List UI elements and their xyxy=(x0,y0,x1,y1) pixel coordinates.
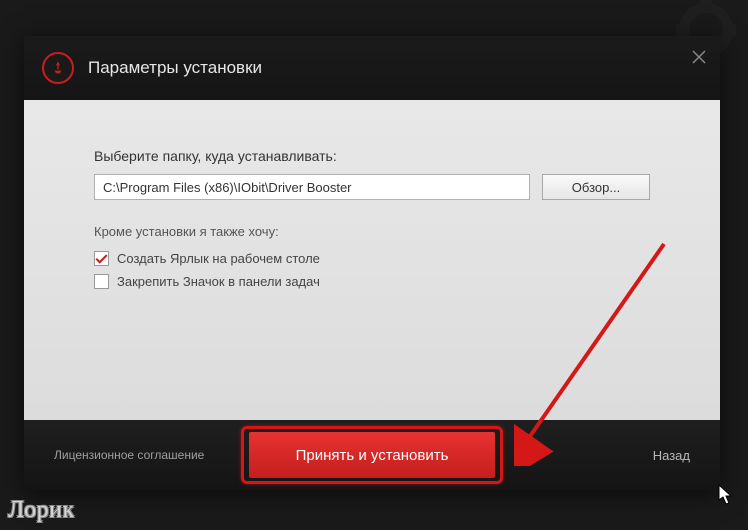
watermark-text: Лорик xyxy=(8,497,75,524)
browse-button[interactable]: Обзор... xyxy=(542,174,650,200)
option-pin-taskbar: Закрепить Значок в панели задач xyxy=(94,274,650,289)
install-button[interactable]: Принять и установить xyxy=(249,432,495,478)
desktop-shortcut-label: Создать Ярлык на рабочем столе xyxy=(117,251,320,266)
close-button[interactable] xyxy=(692,50,706,64)
install-path-input[interactable] xyxy=(94,174,530,200)
installer-window: Параметры установки Выберите папку, куда… xyxy=(24,36,720,490)
footer-bar: Лицензионное соглашение Принять и устано… xyxy=(24,420,720,490)
option-desktop-shortcut: Создать Ярлык на рабочем столе xyxy=(94,251,650,266)
window-title: Параметры установки xyxy=(88,58,262,78)
back-button[interactable]: Назад xyxy=(653,448,690,463)
content-panel: Выберите папку, куда устанавливать: Обзо… xyxy=(24,100,720,420)
pin-taskbar-label: Закрепить Значок в панели задач xyxy=(117,274,320,289)
pin-taskbar-checkbox[interactable] xyxy=(94,274,109,289)
title-bar: Параметры установки xyxy=(24,36,720,100)
select-folder-label: Выберите папку, куда устанавливать: xyxy=(94,148,650,164)
additional-options-label: Кроме установки я также хочу: xyxy=(94,224,650,239)
license-link[interactable]: Лицензионное соглашение xyxy=(54,448,204,462)
app-icon xyxy=(42,52,74,84)
path-row: Обзор... xyxy=(94,174,650,200)
desktop-shortcut-checkbox[interactable] xyxy=(94,251,109,266)
cursor-icon xyxy=(718,484,734,506)
